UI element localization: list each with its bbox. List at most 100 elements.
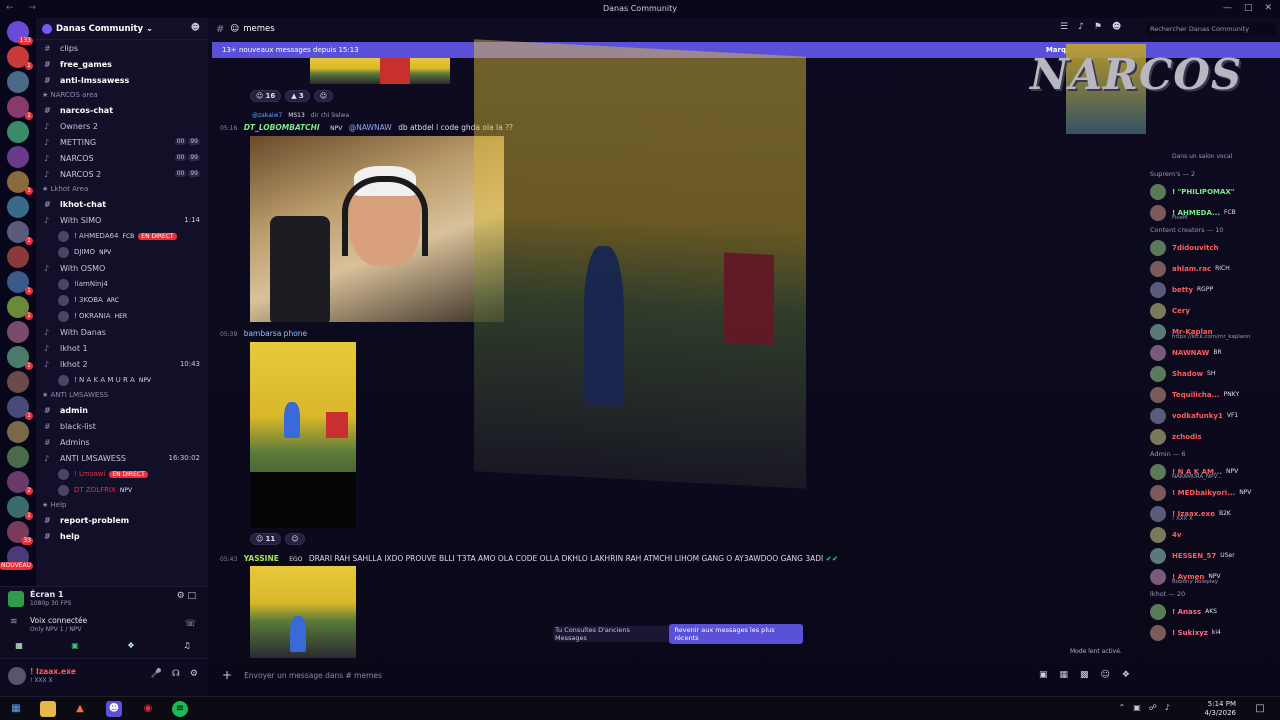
member-item[interactable]: Tequilicha... PNKY xyxy=(1140,384,1280,405)
channel-item[interactable]: ♪ Owners 2 xyxy=(36,118,208,134)
server-icon[interactable]: NOUVEAU xyxy=(0,546,33,570)
reply-preview[interactable]: @zakaiw7 MS13 dir chi 9alwa xyxy=(252,112,349,119)
voice-user[interactable]: ! 3KOBA ARC xyxy=(36,292,208,308)
channel-item[interactable]: ♪ METTING 00 99 xyxy=(36,134,208,150)
server-icon[interactable] xyxy=(7,71,29,93)
add-reaction-icon[interactable]: ☺ xyxy=(313,90,334,102)
stream-controls-icon[interactable]: ⚙ □ xyxy=(177,591,196,601)
server-icon[interactable] xyxy=(7,196,29,218)
channel-item[interactable]: ♪ lkhot 1 xyxy=(36,340,208,356)
discord-icon[interactable]: ☻ xyxy=(106,701,122,717)
server-icon[interactable]: 1 xyxy=(7,46,33,70)
member-item[interactable]: ! Aymen NPV Bobony Roleplay xyxy=(1140,566,1280,587)
channel-item[interactable]: # free_games xyxy=(36,56,208,72)
server-icon[interactable]: 2 xyxy=(7,471,33,495)
server-icon[interactable]: 1 xyxy=(7,171,33,195)
channel-item[interactable]: # report-problem xyxy=(36,512,208,528)
search-input[interactable]: Rechercher Danas Community xyxy=(1146,22,1276,36)
server-icon[interactable]: 1 xyxy=(7,271,33,295)
threads-icon[interactable]: ☰ xyxy=(1060,22,1068,32)
apps-icon[interactable]: ❖ xyxy=(1122,670,1130,680)
spotify-icon[interactable]: ≡ xyxy=(172,701,188,717)
gift-icon[interactable]: ▣ xyxy=(1039,670,1048,680)
member-item[interactable]: NAWNAW BR xyxy=(1140,342,1280,363)
server-icon[interactable] xyxy=(7,421,29,443)
voice-user[interactable]: DJIMO NPV xyxy=(36,244,208,260)
member-in-voice[interactable]: Dans un salon vocal xyxy=(1140,146,1280,167)
channel-item[interactable]: # black-list xyxy=(36,418,208,434)
member-item[interactable]: Shadow SH xyxy=(1140,363,1280,384)
app-icon[interactable]: ◉ xyxy=(140,701,156,717)
sticker-icon[interactable]: ▩ xyxy=(1080,670,1089,680)
windows-start-icon[interactable]: ▦ xyxy=(8,701,24,717)
category-header[interactable]: ★ ANTI LMSAWESS xyxy=(36,388,208,402)
brave-icon[interactable]: ▲ xyxy=(72,701,88,717)
member-item[interactable]: Mr-Kaplan https://kick.com/mr_kaplann xyxy=(1140,321,1280,342)
member-item[interactable]: betty RGPP xyxy=(1140,279,1280,300)
video-attachment[interactable] xyxy=(250,342,356,528)
channel-item[interactable]: ♪ With Danas xyxy=(36,324,208,340)
voice-user[interactable]: !iamNinj4 xyxy=(36,276,208,292)
server-icon[interactable] xyxy=(7,121,29,143)
member-item[interactable]: ahlam.rac RICH xyxy=(1140,258,1280,279)
activities-icon[interactable]: ❖ xyxy=(120,639,142,653)
emoji-icon[interactable]: ☺ xyxy=(1101,670,1110,680)
voice-user[interactable]: ! N A K A M U R A NPV xyxy=(36,372,208,388)
channel-item[interactable]: ♪ With SIMO 1:14 xyxy=(36,212,208,228)
server-icon[interactable]: 33 xyxy=(7,521,33,545)
member-item[interactable]: vodkafunky1 VF1 xyxy=(1140,405,1280,426)
category-header[interactable]: ★ NARCOS area xyxy=(36,88,208,102)
channel-item[interactable]: # clips xyxy=(36,40,208,56)
server-icon[interactable]: 1 xyxy=(7,396,33,420)
notifications-icon[interactable]: □ xyxy=(1252,701,1268,717)
member-item[interactable]: zchodis xyxy=(1140,426,1280,447)
add-reaction-icon[interactable]: ☺ xyxy=(285,533,305,545)
headphones-icon[interactable]: ☊ xyxy=(172,669,180,679)
server-icon[interactable] xyxy=(7,246,29,268)
channel-item[interactable]: # anti-lmssawess xyxy=(36,72,208,88)
category-header[interactable]: ★ Help xyxy=(36,498,208,512)
channel-item[interactable]: ♪ NARCOS 00 99 xyxy=(36,150,208,166)
member-item[interactable]: ! Sukixyz ki4 xyxy=(1140,622,1280,643)
jump-to-present-button[interactable]: Revenir aux messages les plus récents xyxy=(668,624,803,644)
channel-item[interactable]: ♪ ANTI LMSAWESS 16:30:02 xyxy=(36,450,208,466)
voice-user[interactable]: ! OKRANIA HER xyxy=(36,308,208,324)
channel-item[interactable]: # admin xyxy=(36,402,208,418)
member-item[interactable]: HESSEN_57 USer xyxy=(1140,545,1280,566)
member-item[interactable]: ! Anass AKS xyxy=(1140,601,1280,622)
plus-icon[interactable]: + xyxy=(222,668,232,682)
server-icon[interactable]: 1 xyxy=(7,496,33,520)
channel-item[interactable]: ♪ NARCOS 2 00 99 xyxy=(36,166,208,182)
mention[interactable]: @NAWNAW xyxy=(349,123,392,132)
server-icon[interactable] xyxy=(7,146,29,168)
file-explorer-icon[interactable] xyxy=(40,701,56,717)
close-icon[interactable]: ✕ xyxy=(1264,3,1272,13)
soundboard-icon[interactable]: ♫ xyxy=(176,639,198,653)
server-icon[interactable]: 1 xyxy=(7,96,33,120)
server-icon[interactable]: 1 xyxy=(7,296,33,320)
channel-item[interactable]: # narcos-chat xyxy=(36,102,208,118)
server-header[interactable]: Danas Community ⌄ ☻ xyxy=(36,18,208,40)
camera-off-icon[interactable]: ▦ xyxy=(8,639,30,653)
member-item[interactable]: ! AHMEDA... FCB FiveM xyxy=(1140,202,1280,223)
voice-user[interactable]: DT ZOLFRIX NPV xyxy=(36,482,208,498)
reaction-laugh[interactable]: ☺ 11 xyxy=(250,533,282,545)
server-icon[interactable] xyxy=(7,321,29,343)
member-item[interactable]: Cery xyxy=(1140,300,1280,321)
member-item[interactable]: ! MEDbaikyori... NPV xyxy=(1140,482,1280,503)
network-icon[interactable]: ☍ xyxy=(1149,703,1157,712)
screen-icon[interactable]: ▣ xyxy=(64,639,86,653)
voice-user[interactable]: ! AHMEDA64 FCB EN DIRECT xyxy=(36,228,208,244)
channel-item[interactable]: # help xyxy=(36,528,208,544)
image-attachment[interactable] xyxy=(310,58,450,84)
reaction-laugh[interactable]: ☺ 16 xyxy=(250,90,282,102)
invite-icon[interactable]: ☻ xyxy=(191,23,200,33)
server-icon[interactable] xyxy=(7,371,29,393)
channel-item[interactable]: # Admins xyxy=(36,434,208,450)
webcam-image[interactable] xyxy=(250,136,504,322)
author-name[interactable]: bambarsa phone xyxy=(244,329,307,338)
channel-item[interactable]: # lkhot-chat xyxy=(36,196,208,212)
message-input[interactable]: Envoyer un message dans # memes xyxy=(244,671,382,680)
avatar[interactable] xyxy=(8,667,26,685)
video-attachment[interactable] xyxy=(250,566,356,658)
